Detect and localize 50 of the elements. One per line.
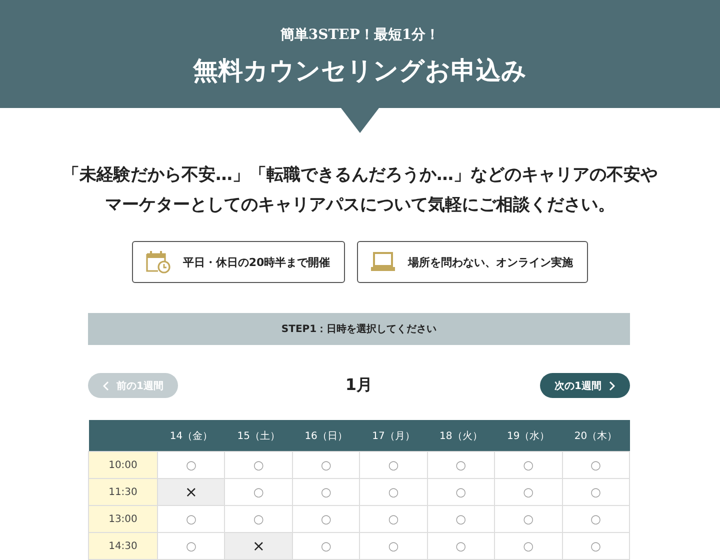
- available-slot[interactable]: ○: [427, 478, 495, 506]
- available-slot[interactable]: ○: [224, 478, 292, 506]
- chevron-left-icon: [102, 380, 109, 390]
- next-week-button[interactable]: 次の1週間: [540, 373, 630, 398]
- time-cell: 13:00: [88, 506, 158, 532]
- date-header: 15（土）: [224, 420, 292, 452]
- time-cell: 14:30: [88, 532, 158, 560]
- available-slot[interactable]: ○: [292, 532, 360, 560]
- header-title: 無料カウンセリングお申込み: [193, 54, 527, 86]
- time-cell: 10:00: [88, 452, 158, 478]
- available-slot[interactable]: ○: [360, 532, 428, 560]
- date-header: 16（日）: [292, 420, 360, 452]
- available-slot[interactable]: ○: [292, 506, 360, 532]
- available-slot[interactable]: ○: [360, 506, 428, 532]
- date-header: 14（金）: [158, 420, 225, 452]
- available-slot[interactable]: ○: [562, 452, 630, 478]
- month-label: 1月: [345, 375, 373, 396]
- date-header: 19（水）: [494, 420, 562, 452]
- available-slot[interactable]: ○: [158, 506, 225, 532]
- unavailable-slot: ×: [224, 532, 292, 560]
- feature-label: 場所を問わない、オンライン実施: [408, 254, 574, 270]
- available-slot[interactable]: ○: [224, 452, 292, 478]
- available-slot[interactable]: ○: [427, 452, 495, 478]
- available-slot[interactable]: ○: [494, 478, 562, 506]
- available-slot[interactable]: ○: [494, 532, 562, 560]
- available-slot[interactable]: ○: [427, 532, 495, 560]
- date-header: 17（月）: [360, 420, 428, 452]
- chevron-right-icon: [609, 380, 616, 390]
- available-slot[interactable]: ○: [360, 478, 428, 506]
- time-cell: 11:30: [88, 478, 158, 506]
- header-cell: [88, 420, 158, 452]
- available-slot[interactable]: ○: [292, 478, 360, 506]
- available-slot[interactable]: ○: [494, 452, 562, 478]
- date-header: 18（火）: [427, 420, 495, 452]
- available-slot[interactable]: ○: [562, 478, 630, 506]
- calendar-clock-icon: [144, 250, 171, 274]
- available-slot[interactable]: ○: [427, 506, 495, 532]
- laptop-icon: [370, 250, 396, 274]
- date-header: 20（木）: [562, 420, 630, 452]
- intro-text: マーケターとしてのキャリアパスについて気軽にご相談ください。: [105, 195, 615, 215]
- header-subtitle: 簡単3STEP！最短1分！: [280, 26, 440, 44]
- available-slot[interactable]: ○: [562, 506, 630, 532]
- step-label: STEP1：日時を選択してください: [281, 322, 437, 336]
- available-slot[interactable]: ○: [292, 452, 360, 478]
- available-slot[interactable]: ○: [494, 506, 562, 532]
- unavailable-slot: ×: [158, 478, 225, 506]
- feature-label: 平日・休日の20時半まで開催: [182, 254, 330, 270]
- available-slot[interactable]: ○: [360, 452, 428, 478]
- available-slot[interactable]: ○: [562, 532, 630, 560]
- intro-text: 「未経験だから不安…」「転職できるんだろうか…」などのキャリアの不安や: [62, 165, 658, 185]
